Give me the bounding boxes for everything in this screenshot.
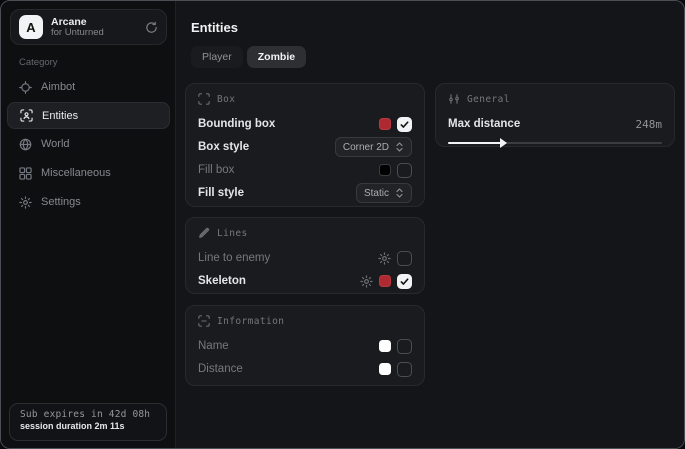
skeleton-color-swatch[interactable]: [379, 275, 391, 287]
main-content: Entities Player Zombie Box Bounding box: [177, 1, 684, 448]
tab-player[interactable]: Player: [191, 46, 243, 68]
lines-section: Lines Line to enemy Skeleton: [185, 217, 425, 294]
session-duration-text: session duration 2m 11s: [20, 421, 156, 431]
max-distance-value: 248m: [636, 118, 663, 131]
brand-logo: A: [19, 15, 43, 39]
line-to-enemy-row: Line to enemy: [198, 247, 412, 269]
name-row: Name: [198, 335, 412, 357]
sidebar-item-label: Aimbot: [41, 81, 75, 93]
skeleton-row: Skeleton: [198, 270, 412, 292]
brand-card: A Arcane for Unturned: [10, 9, 167, 45]
general-section-header: General: [448, 93, 662, 105]
fill-box-checkbox[interactable]: [397, 163, 412, 178]
sidebar-item-settings[interactable]: Settings: [7, 188, 170, 216]
max-distance-row: Max distance 248m: [448, 113, 662, 135]
grid-icon: [19, 167, 32, 180]
information-section: Information Name Distance: [185, 305, 425, 386]
fill-style-label: Fill style: [198, 187, 244, 199]
brand-subtitle: for Unturned: [51, 28, 137, 39]
entity-tabs: Player Zombie: [191, 46, 306, 68]
brand-name: Arcane: [51, 16, 137, 28]
pencil-line-icon: [198, 227, 210, 239]
slider-fill: [448, 142, 502, 144]
line-to-enemy-label: Line to enemy: [198, 252, 270, 264]
sidebar-item-world[interactable]: World: [7, 130, 170, 158]
category-label: Category: [19, 57, 58, 68]
tab-zombie[interactable]: Zombie: [247, 46, 306, 68]
sidebar-item-label: World: [41, 138, 70, 150]
bounding-box-label: Bounding box: [198, 118, 275, 130]
scan-text-icon: [198, 315, 210, 327]
globe-icon: [19, 138, 32, 151]
bounding-box-checkbox[interactable]: [397, 117, 412, 132]
fill-box-color-swatch[interactable]: [379, 164, 391, 176]
name-label: Name: [198, 340, 229, 352]
skeleton-settings-gear-icon[interactable]: [360, 275, 373, 288]
skeleton-label: Skeleton: [198, 275, 246, 287]
sub-expiry-text: Sub expires in 42d 08h: [20, 409, 156, 420]
refresh-icon[interactable]: [145, 21, 158, 34]
sidebar-item-label: Settings: [41, 196, 81, 208]
line-to-enemy-checkbox[interactable]: [397, 251, 412, 266]
slider-thumb[interactable]: [500, 138, 507, 148]
scan-user-icon: [20, 109, 33, 122]
fill-box-row: Fill box: [198, 159, 412, 181]
sliders-icon: [448, 93, 460, 105]
app-window: A Arcane for Unturned Category Aimbot: [0, 0, 685, 449]
fill-style-dropdown[interactable]: Static: [356, 183, 412, 203]
check-icon: [400, 277, 409, 286]
lines-section-header: Lines: [198, 227, 412, 239]
fill-box-label: Fill box: [198, 164, 234, 176]
distance-color-swatch[interactable]: [379, 363, 391, 375]
box-corners-icon: [198, 93, 210, 105]
general-section-title: General: [467, 94, 510, 105]
box-style-dropdown[interactable]: Corner 2D: [335, 137, 412, 157]
box-section-title: Box: [217, 94, 235, 105]
line-to-enemy-settings-gear-icon[interactable]: [378, 252, 391, 265]
information-section-header: Information: [198, 315, 412, 327]
subscription-info: Sub expires in 42d 08h session duration …: [9, 403, 167, 441]
box-style-dropdown-value: Corner 2D: [343, 142, 389, 153]
information-section-title: Information: [217, 316, 284, 327]
sidebar-item-aimbot[interactable]: Aimbot: [7, 73, 170, 101]
distance-checkbox[interactable]: [397, 362, 412, 377]
sidebar-nav: Aimbot Entities World: [7, 73, 170, 217]
fill-style-row: Fill style Static: [198, 182, 412, 204]
chevrons-up-down-icon: [395, 142, 404, 152]
sidebar-item-entities[interactable]: Entities: [7, 102, 170, 129]
box-style-label: Box style: [198, 141, 249, 153]
max-distance-label: Max distance: [448, 118, 520, 130]
general-section: General Max distance 248m: [435, 83, 675, 147]
crosshair-icon: [19, 81, 32, 94]
sidebar-item-miscellaneous[interactable]: Miscellaneous: [7, 159, 170, 187]
distance-label: Distance: [198, 363, 243, 375]
max-distance-slider[interactable]: [448, 138, 662, 148]
gear-icon: [19, 196, 32, 209]
sidebar-item-label: Entities: [42, 110, 78, 122]
name-color-swatch[interactable]: [379, 340, 391, 352]
skeleton-checkbox[interactable]: [397, 274, 412, 289]
check-icon: [400, 120, 409, 129]
lines-section-title: Lines: [217, 228, 248, 239]
bounding-box-row: Bounding box: [198, 113, 412, 135]
page-title: Entities: [191, 20, 238, 35]
name-checkbox[interactable]: [397, 339, 412, 354]
bounding-box-color-swatch[interactable]: [379, 118, 391, 130]
distance-row: Distance: [198, 358, 412, 380]
fill-style-dropdown-value: Static: [364, 188, 389, 199]
sidebar: A Arcane for Unturned Category Aimbot: [1, 1, 176, 448]
chevrons-up-down-icon: [395, 188, 404, 198]
box-style-row: Box style Corner 2D: [198, 136, 412, 158]
brand-text: Arcane for Unturned: [51, 16, 137, 39]
box-section-header: Box: [198, 93, 412, 105]
box-section: Box Bounding box Box style Corne: [185, 83, 425, 207]
sidebar-item-label: Miscellaneous: [41, 167, 111, 179]
